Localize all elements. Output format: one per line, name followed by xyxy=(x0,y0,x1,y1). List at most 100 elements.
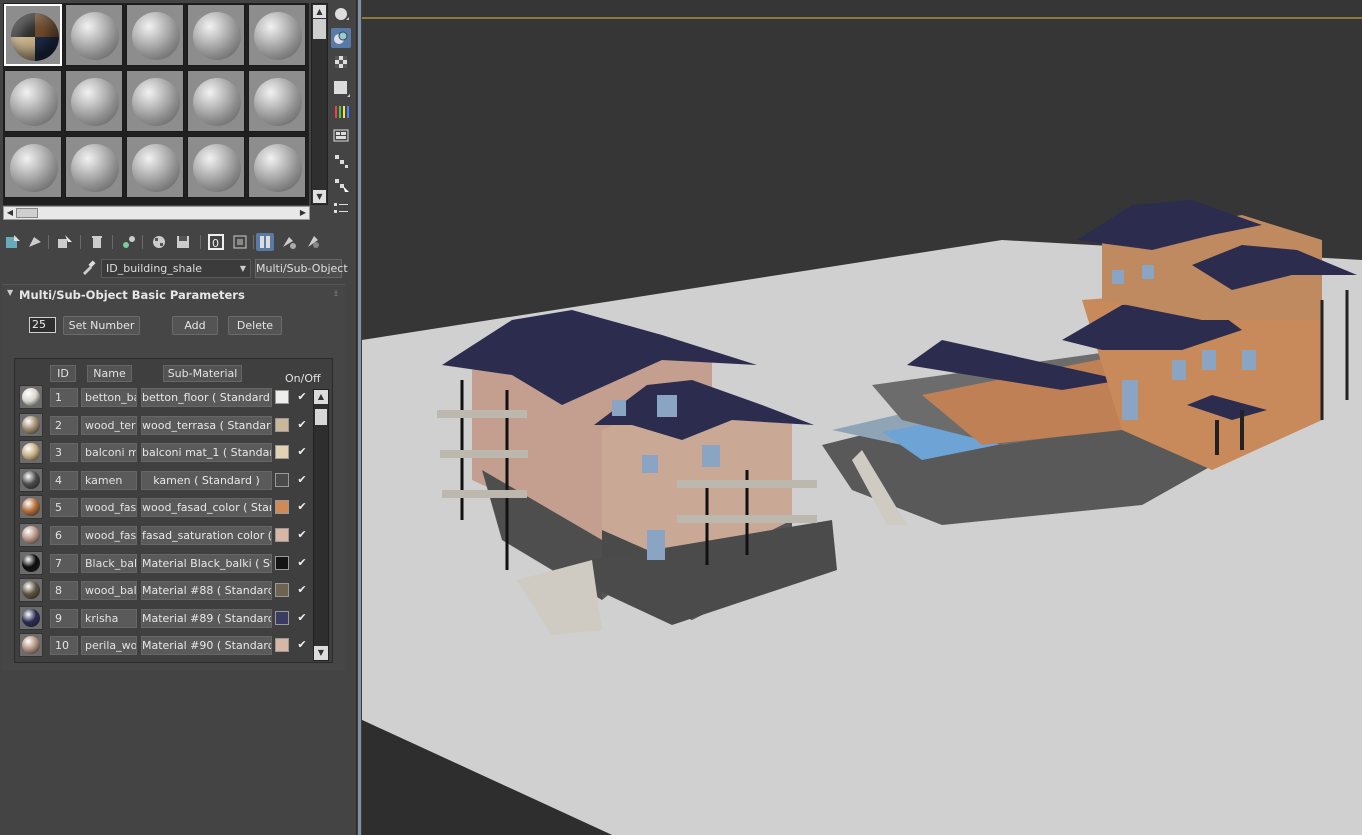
sub-material-button[interactable]: Material #89 ( Standard ) xyxy=(141,608,272,628)
material-name-field[interactable]: kamen xyxy=(81,470,137,490)
on-off-checkbox[interactable]: ✔ xyxy=(295,418,309,432)
column-header-id[interactable]: ID xyxy=(50,365,76,382)
delete-button[interactable]: Delete xyxy=(228,316,282,335)
set-number-button[interactable]: Set Number xyxy=(63,316,140,335)
sub-material-swatch[interactable] xyxy=(19,467,43,492)
sample-slot[interactable] xyxy=(65,136,123,198)
sample-slot[interactable] xyxy=(4,136,62,198)
on-off-checkbox[interactable]: ✔ xyxy=(295,390,309,404)
sub-material-button[interactable]: wood_terrasa ( Standard ) xyxy=(141,415,272,435)
sub-material-button[interactable]: fasad_saturation color ( Sta xyxy=(141,526,272,545)
make-unique-icon[interactable] xyxy=(120,233,138,251)
sub-material-swatch[interactable] xyxy=(19,385,43,409)
put-to-library-icon[interactable] xyxy=(150,233,168,251)
color-swatch[interactable] xyxy=(275,583,289,598)
material-id-field[interactable]: 3 xyxy=(50,443,78,463)
add-button[interactable]: Add xyxy=(172,316,218,335)
on-off-checkbox[interactable]: ✔ xyxy=(295,473,309,487)
sample-sphere-icon[interactable] xyxy=(331,4,351,24)
material-name-field[interactable]: wood_terr xyxy=(81,415,137,435)
eyedropper-icon[interactable] xyxy=(80,260,96,276)
scroll-down-icon[interactable]: ▼ xyxy=(313,190,326,203)
pick-material-icon[interactable] xyxy=(304,233,322,251)
color-swatch[interactable] xyxy=(275,610,289,625)
sub-material-button[interactable]: betton_floor ( Standard ) xyxy=(141,388,272,407)
material-name-field[interactable]: Black_balki xyxy=(81,553,137,573)
sub-material-swatch[interactable] xyxy=(19,412,43,437)
on-off-checkbox[interactable]: ✔ xyxy=(295,583,309,597)
sample-slot[interactable] xyxy=(4,70,62,132)
on-off-checkbox[interactable]: ✔ xyxy=(295,611,309,625)
sample-slot[interactable] xyxy=(126,70,184,132)
go-forward-sibling-icon[interactable] xyxy=(280,233,298,251)
rollout-header[interactable]: ▼ Multi/Sub-Object Basic Parameters ⁞⁞ xyxy=(2,285,345,305)
reset-map-icon[interactable] xyxy=(88,233,106,251)
sub-material-button[interactable]: wood_fasad_color ( Standar xyxy=(141,498,272,518)
color-swatch[interactable] xyxy=(275,445,289,460)
material-name-dropdown[interactable]: ID_building_shale ▼ xyxy=(101,259,251,278)
sample-uv-tiling-icon[interactable] xyxy=(331,78,351,98)
sub-material-swatch[interactable] xyxy=(19,440,43,465)
column-header-sub-material[interactable]: Sub-Material xyxy=(163,365,242,382)
material-id-field[interactable]: 1 xyxy=(50,388,78,407)
on-off-checkbox[interactable]: ✔ xyxy=(295,500,309,514)
backlight-icon[interactable] xyxy=(331,28,351,48)
table-scrollbar[interactable]: ▲ ▼ xyxy=(313,389,329,661)
material-name-field[interactable]: betton_ba xyxy=(81,388,137,407)
material-id-field[interactable]: 9 xyxy=(50,608,78,628)
sample-slot[interactable] xyxy=(248,70,306,132)
sub-material-count-field[interactable]: 25 xyxy=(29,317,56,333)
viewport-3d[interactable] xyxy=(362,0,1362,835)
sample-slot[interactable] xyxy=(248,4,306,66)
color-swatch[interactable] xyxy=(275,472,289,487)
column-header-name[interactable]: Name xyxy=(87,365,132,382)
on-off-checkbox[interactable]: ✔ xyxy=(295,528,309,542)
material-name-field[interactable]: balconi ma xyxy=(81,443,137,463)
scroll-thumb[interactable] xyxy=(16,208,38,218)
background-checker-icon[interactable] xyxy=(331,52,351,72)
sub-material-button[interactable]: Material Black_balki ( Standar xyxy=(141,553,272,573)
sub-material-button[interactable]: kamen ( Standard ) xyxy=(141,470,272,490)
show-end-result-icon[interactable] xyxy=(231,233,249,251)
sample-slot[interactable] xyxy=(187,70,245,132)
material-id-field[interactable]: 4 xyxy=(50,470,78,490)
get-material-icon[interactable] xyxy=(4,233,22,251)
material-id-channel-icon[interactable] xyxy=(174,233,192,251)
material-name-field[interactable]: perila_woc xyxy=(81,636,137,656)
material-name-field[interactable]: wood_fasa xyxy=(81,498,137,518)
material-id-field[interactable]: 5 xyxy=(50,498,78,518)
scroll-thumb[interactable] xyxy=(315,409,327,425)
sample-slot[interactable] xyxy=(65,70,123,132)
scroll-up-icon[interactable]: ▲ xyxy=(313,5,326,18)
sample-slots-grid[interactable] xyxy=(3,3,309,205)
on-off-checkbox[interactable]: ✔ xyxy=(295,556,309,570)
scroll-thumb[interactable] xyxy=(313,19,326,39)
sample-slot[interactable] xyxy=(4,4,62,66)
sub-material-swatch[interactable] xyxy=(19,523,43,547)
material-id-field[interactable]: 8 xyxy=(50,581,78,601)
put-to-scene-icon[interactable] xyxy=(26,233,44,251)
material-name-field[interactable]: wood_fasa xyxy=(81,526,137,545)
scroll-down-icon[interactable]: ▼ xyxy=(314,646,328,660)
assign-to-selection-icon[interactable] xyxy=(56,233,74,251)
scroll-right-icon[interactable]: ▶ xyxy=(297,207,309,219)
sub-material-swatch[interactable] xyxy=(19,550,43,575)
material-name-field[interactable]: wood_balk xyxy=(81,581,137,601)
go-to-parent-icon[interactable] xyxy=(256,233,274,251)
material-map-navigator-icon[interactable] xyxy=(331,199,351,219)
sub-material-swatch[interactable] xyxy=(19,605,43,630)
material-name-field[interactable]: krisha xyxy=(81,608,137,628)
color-swatch[interactable] xyxy=(275,555,289,570)
sub-material-swatch[interactable] xyxy=(19,578,43,603)
sample-slot[interactable] xyxy=(187,4,245,66)
slots-horizontal-scrollbar[interactable]: ◀ ▶ xyxy=(3,206,310,220)
color-swatch[interactable] xyxy=(275,417,289,432)
material-id-field[interactable]: 2 xyxy=(50,415,78,435)
material-id-field[interactable]: 10 xyxy=(50,636,78,656)
sub-material-button[interactable]: balconi mat_1 ( Standard ) xyxy=(141,443,272,463)
sample-slot[interactable] xyxy=(65,4,123,66)
on-off-checkbox[interactable]: ✔ xyxy=(295,445,309,459)
scroll-up-icon[interactable]: ▲ xyxy=(314,390,328,404)
material-id-field[interactable]: 6 xyxy=(50,526,78,545)
color-swatch[interactable] xyxy=(275,500,289,515)
